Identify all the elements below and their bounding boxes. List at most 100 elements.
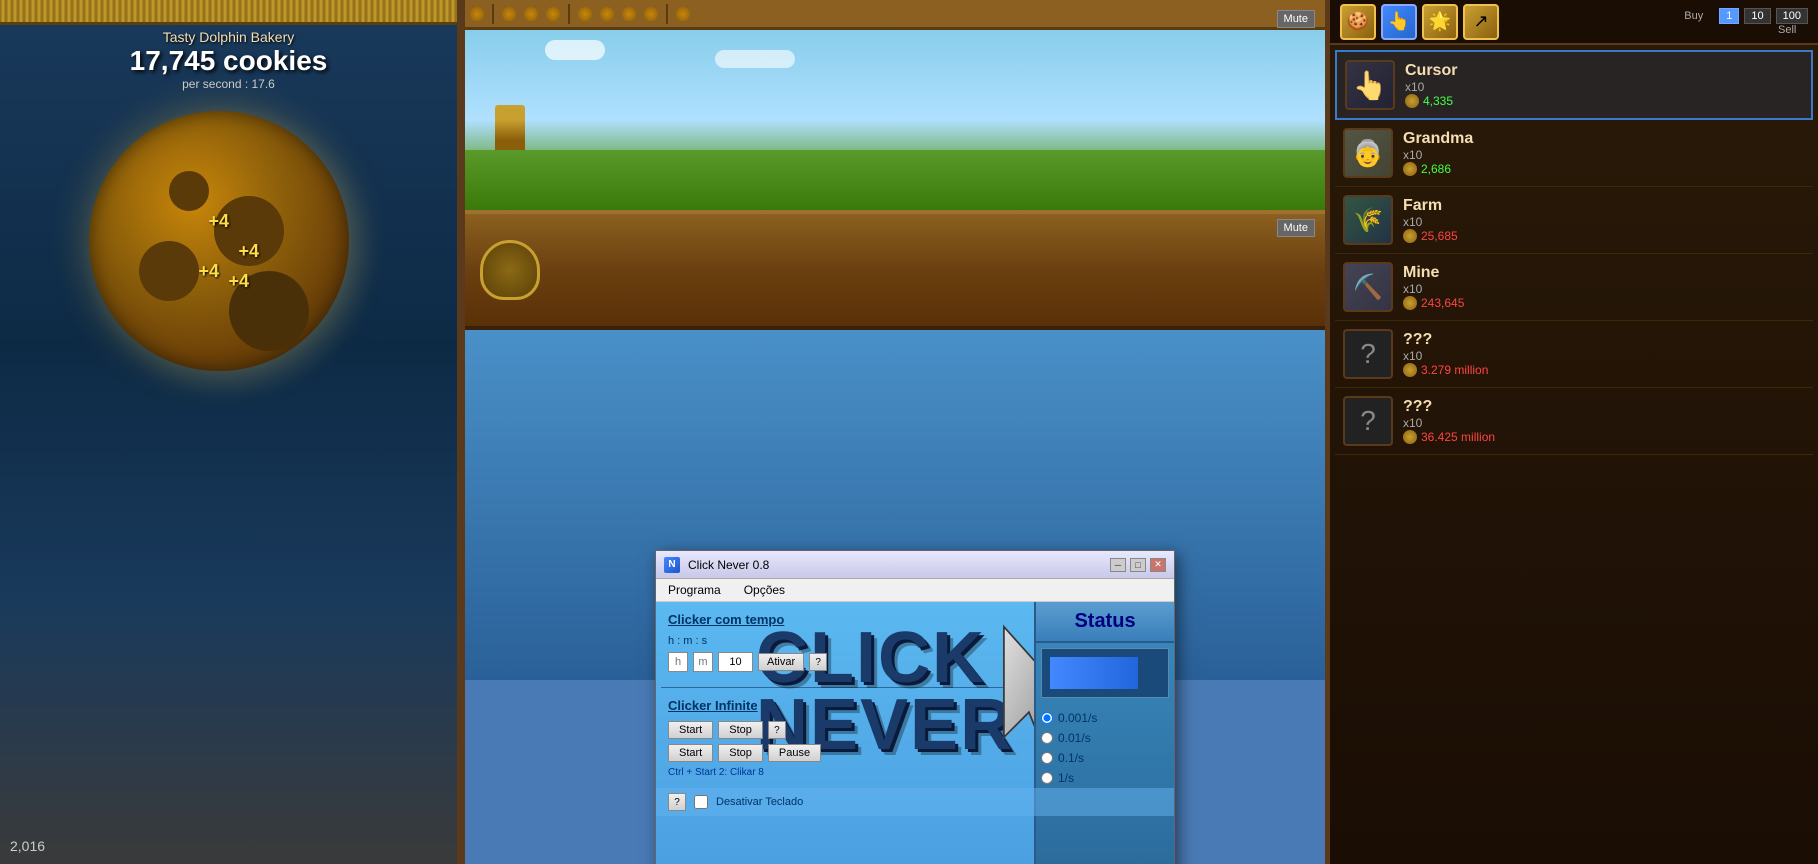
grandma-item-qty: x10 bbox=[1403, 148, 1805, 162]
maximize-button[interactable]: □ bbox=[1130, 558, 1146, 572]
arrow-icon-btn[interactable]: ↗ bbox=[1463, 4, 1499, 40]
hour-input[interactable] bbox=[668, 652, 688, 672]
clicker-infinite-title: Clicker Infinite bbox=[668, 698, 1162, 713]
infinite-btn-row-2: Start Stop Pause bbox=[668, 744, 1162, 762]
infinite-stop2-button[interactable]: Stop bbox=[718, 744, 763, 762]
shop-item-mine[interactable]: ⛏️ Mine x10 243,645 bbox=[1335, 254, 1813, 321]
mine-item-info: Mine x10 243,645 bbox=[1403, 264, 1805, 310]
question-mark-icon-2: ? bbox=[1360, 405, 1376, 437]
timed-help-button[interactable]: ? bbox=[809, 653, 827, 671]
clicker-timed-title: Clicker com tempo bbox=[668, 612, 1162, 627]
unknown-2-item-icon: ? bbox=[1343, 396, 1393, 446]
footer-help-button[interactable]: ? bbox=[668, 793, 686, 811]
infinite-btn-row-1: Start Stop ? bbox=[668, 721, 1162, 739]
time-format-label: h : m : s bbox=[668, 635, 707, 647]
cursor-item-icon: 👆 bbox=[1345, 60, 1395, 110]
unknown-1-item-info: ??? x10 3.279 million bbox=[1403, 331, 1805, 377]
farm-item-name: Farm bbox=[1403, 197, 1805, 215]
cookie-title: Tasty Dolphin Bakery bbox=[163, 29, 295, 45]
farm-item-cost: 25,685 bbox=[1403, 229, 1805, 243]
qty-100-button[interactable]: 100 bbox=[1776, 8, 1808, 24]
unknown-2-cost-value: 36.425 million bbox=[1421, 430, 1495, 444]
unknown-1-cost-value: 3.279 million bbox=[1421, 363, 1488, 377]
infinite-pause-button[interactable]: Pause bbox=[768, 744, 821, 762]
cookie-icon-btn[interactable]: 🍪 bbox=[1340, 4, 1376, 40]
middle-panel: Mute Mute N Click Never 0.8 ─ □ ✕ bbox=[465, 0, 1330, 864]
grandma-item-icon: 👵 bbox=[1343, 128, 1393, 178]
upgrade-icon-btn[interactable]: 🌟 bbox=[1422, 4, 1458, 40]
character-sprite bbox=[495, 105, 525, 155]
buy-row: Buy 1 10 100 bbox=[1684, 8, 1808, 24]
shop-item-unknown-2[interactable]: ? ??? x10 36.425 million bbox=[1335, 388, 1813, 455]
second-input[interactable] bbox=[718, 652, 753, 672]
dialog-menubar: Programa Opções bbox=[656, 579, 1174, 602]
deco-cookie-3 bbox=[524, 7, 538, 21]
shop-item-grandma[interactable]: 👵 Grandma x10 2,686 bbox=[1335, 120, 1813, 187]
mine-item-qty: x10 bbox=[1403, 282, 1805, 296]
menu-programa[interactable]: Programa bbox=[664, 581, 725, 599]
close-button[interactable]: ✕ bbox=[1150, 558, 1166, 572]
unknown-1-item-name: ??? bbox=[1403, 331, 1805, 349]
mute-button-top[interactable]: Mute bbox=[1277, 10, 1315, 28]
cursor-item-name: Cursor bbox=[1405, 62, 1803, 80]
left-panel: Tasty Dolphin Bakery 17,745 cookies per … bbox=[0, 0, 465, 864]
cookie[interactable]: +4 +4 +4 +4 bbox=[89, 111, 349, 371]
deco-cookie-9 bbox=[676, 7, 690, 21]
mute-button-bottom[interactable]: Mute bbox=[1277, 219, 1315, 237]
teclado-checkbox[interactable] bbox=[694, 795, 708, 809]
unknown-2-cost-icon bbox=[1403, 430, 1417, 444]
game-world bbox=[465, 30, 1325, 210]
infinite-stop-button[interactable]: Stop bbox=[718, 721, 763, 739]
grandma-cost-value: 2,686 bbox=[1421, 162, 1451, 176]
shop-item-farm[interactable]: 🌾 Farm x10 25,685 bbox=[1335, 187, 1813, 254]
dialog-title-text: Click Never 0.8 bbox=[688, 558, 1102, 572]
cursor-cost-icon bbox=[1405, 94, 1419, 108]
qty-10-button[interactable]: 10 bbox=[1744, 8, 1770, 24]
game-deco-bar: Mute bbox=[465, 0, 1325, 30]
deco-cookie-2 bbox=[502, 7, 516, 21]
qty-1-button[interactable]: 1 bbox=[1719, 8, 1739, 24]
cursor-icon-btn[interactable]: 👆 bbox=[1381, 4, 1417, 40]
shop-item-cursor[interactable]: 👆 Cursor x10 4,335 bbox=[1335, 50, 1813, 120]
infinite-start2-button[interactable]: Start bbox=[668, 744, 713, 762]
farm-item-qty: x10 bbox=[1403, 215, 1805, 229]
clicker-timed-section: Clicker com tempo h : m : s Ativar ? bbox=[656, 602, 1174, 687]
cookie-plus-2: +4 bbox=[239, 241, 260, 262]
minimize-button[interactable]: ─ bbox=[1110, 558, 1126, 572]
sell-row: Sell bbox=[1778, 24, 1808, 36]
cookie-per-second: per second : 17.6 bbox=[182, 77, 275, 91]
infinite-start-button[interactable]: Start bbox=[668, 721, 713, 739]
menu-opcoes[interactable]: Opções bbox=[740, 581, 789, 599]
world-ground bbox=[465, 150, 1325, 210]
deco-cookie-7 bbox=[622, 7, 636, 21]
unknown-1-cost-icon bbox=[1403, 363, 1417, 377]
farm-cost-value: 25,685 bbox=[1421, 229, 1458, 243]
grandma-face-icon: 👵 bbox=[1352, 138, 1384, 169]
shop-item-unknown-1[interactable]: ? ??? x10 3.279 million bbox=[1335, 321, 1813, 388]
mine-cost-value: 243,645 bbox=[1421, 296, 1464, 310]
farm-icon-sprite: 🌾 bbox=[1353, 206, 1383, 235]
shop-top-bar: 🍪 👆 🌟 ↗ Buy 1 10 100 Sell bbox=[1330, 0, 1818, 45]
grandma-item-info: Grandma x10 2,686 bbox=[1403, 130, 1805, 176]
cookie-jar-sprite bbox=[480, 240, 540, 300]
minute-input[interactable] bbox=[693, 652, 713, 672]
click-never-dialog: N Click Never 0.8 ─ □ ✕ Programa Opções … bbox=[655, 550, 1175, 864]
cookie-wrapper[interactable]: +4 +4 +4 +4 bbox=[89, 111, 369, 391]
cursor-item-qty: x10 bbox=[1405, 80, 1803, 94]
unknown-1-item-qty: x10 bbox=[1403, 349, 1805, 363]
cookie-plus-4: +4 bbox=[229, 271, 250, 292]
sell-label: Sell bbox=[1778, 24, 1808, 36]
deco-sep-1 bbox=[492, 4, 494, 24]
dialog-titlebar: N Click Never 0.8 ─ □ ✕ bbox=[656, 551, 1174, 579]
ativar-button[interactable]: Ativar bbox=[758, 653, 804, 671]
unknown-2-item-cost: 36.425 million bbox=[1403, 430, 1805, 444]
shop-items-list: 👆 Cursor x10 4,335 👵 Grandma x10 bbox=[1330, 45, 1818, 864]
deco-cookie-8 bbox=[644, 7, 658, 21]
cookie-plus-1: +4 bbox=[209, 211, 230, 232]
infinite-help-button[interactable]: ? bbox=[768, 721, 786, 739]
dialog-icon: N bbox=[664, 557, 680, 573]
buy-sell-controls: Buy 1 10 100 Sell bbox=[1684, 8, 1808, 36]
deco-cookie-1 bbox=[470, 7, 484, 21]
unknown-2-item-qty: x10 bbox=[1403, 416, 1805, 430]
unknown-2-item-name: ??? bbox=[1403, 398, 1805, 416]
